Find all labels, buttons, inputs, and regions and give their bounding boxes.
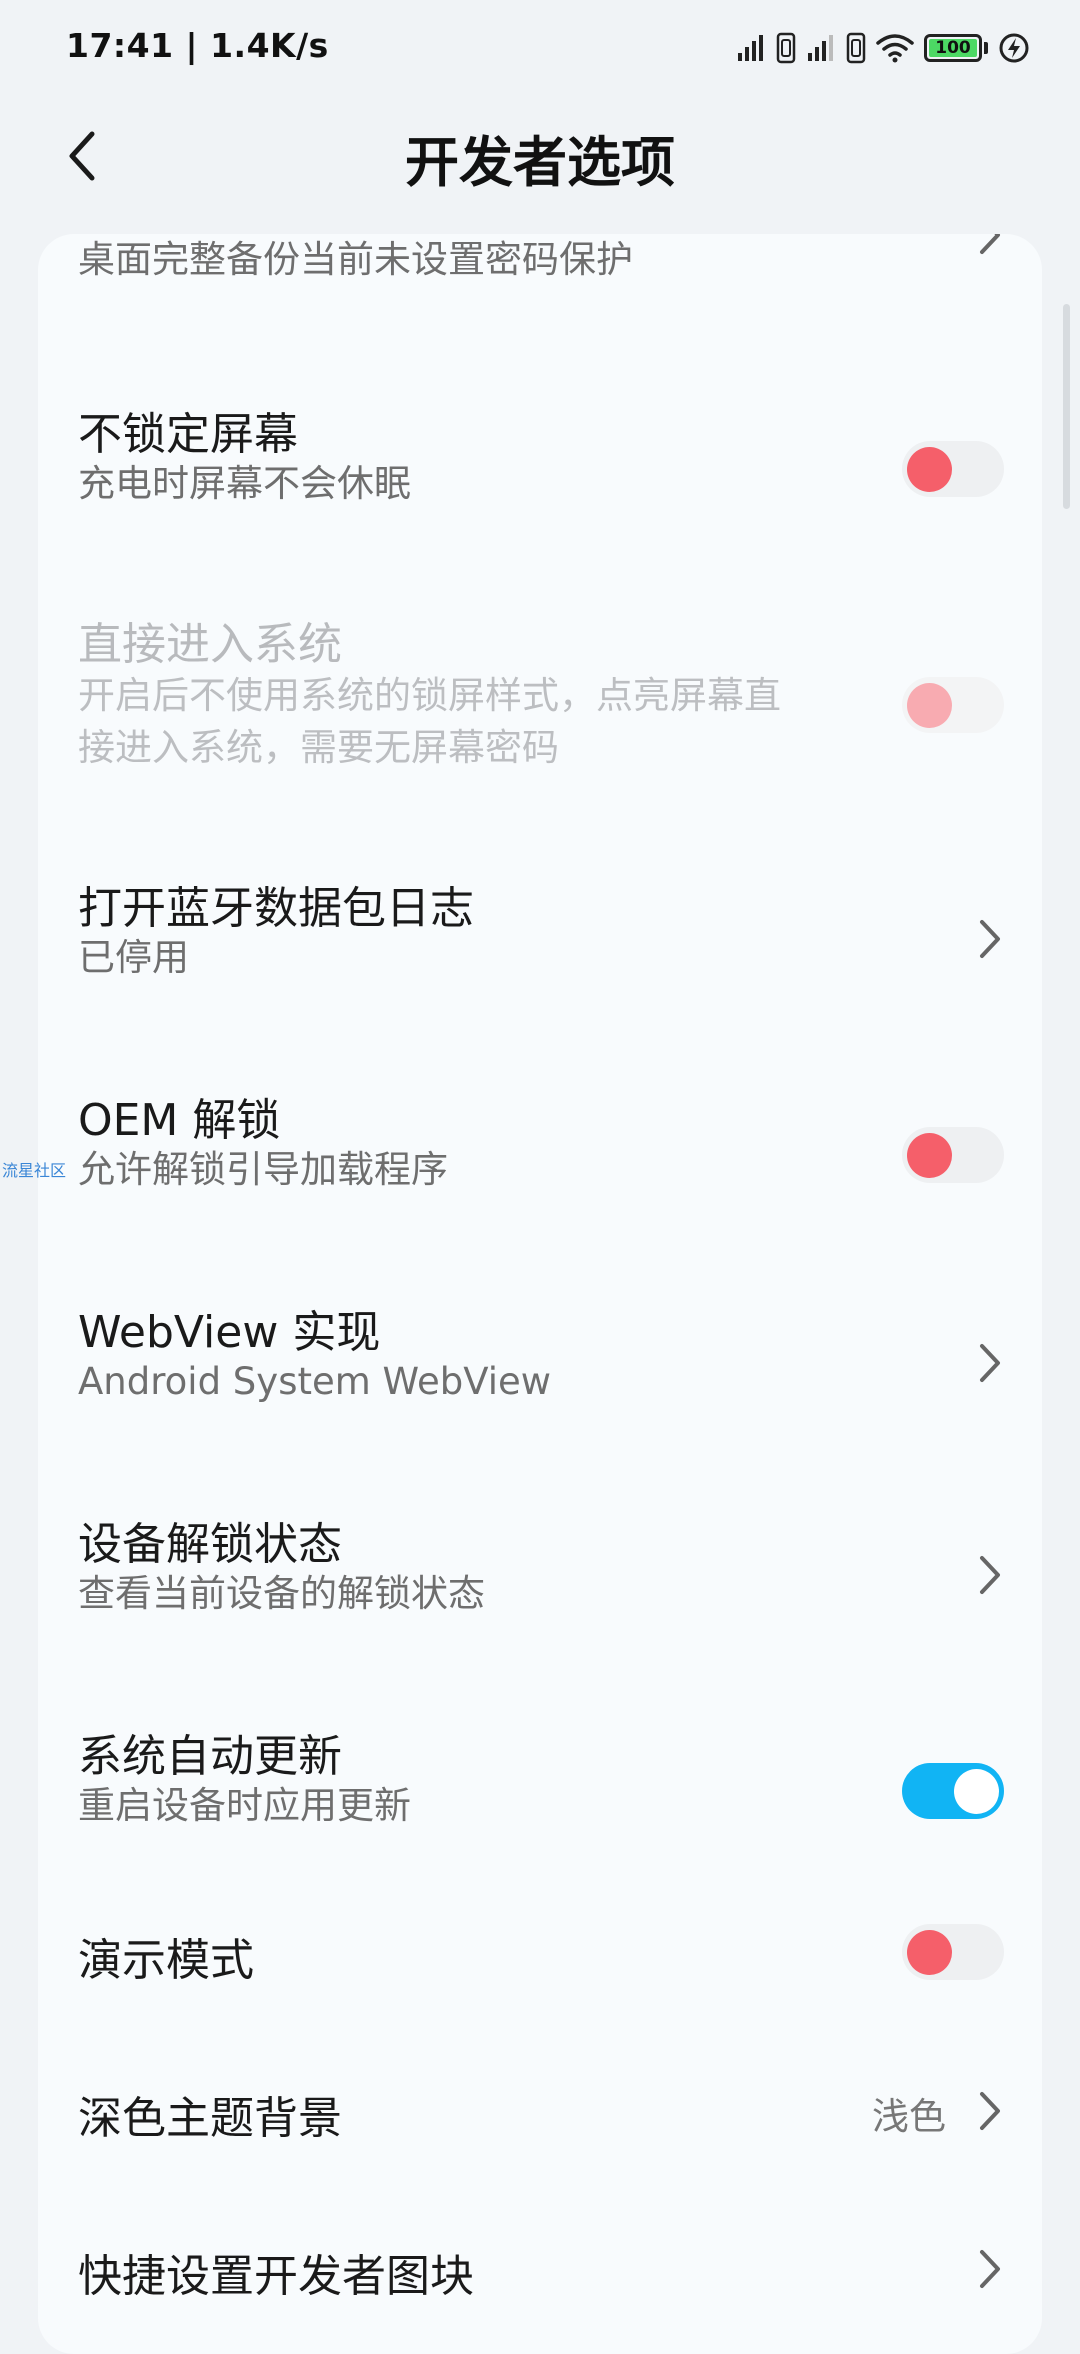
item-subtitle: 桌面完整备份当前未设置密码保护 bbox=[78, 238, 633, 281]
scrollbar[interactable] bbox=[1063, 304, 1070, 509]
item-title: 不锁定屏幕 bbox=[78, 409, 298, 460]
item-subtitle: 查看当前设备的解锁状态 bbox=[78, 1572, 485, 1615]
list-item-dark-theme[interactable]: 深色主题背景 浅色 bbox=[38, 2082, 1042, 2222]
charging-icon bbox=[999, 33, 1029, 63]
item-subtitle: 重启设备时应用更新 bbox=[78, 1784, 411, 1827]
item-subtitle: 充电时屏幕不会休眠 bbox=[78, 462, 411, 505]
item-title: 打开蓝牙数据包日志 bbox=[78, 883, 474, 934]
item-title: 设备解锁状态 bbox=[78, 1519, 342, 1570]
chevron-right-icon bbox=[980, 234, 1000, 254]
item-subtitle: Android System WebView bbox=[78, 1360, 552, 1403]
hd-icon bbox=[846, 32, 866, 64]
toggle-knob bbox=[907, 683, 952, 728]
list-item-webview[interactable]: WebView 实现 Android System WebView bbox=[38, 1272, 1042, 1472]
list-item-quick-settings-tiles[interactable]: 快捷设置开发者图块 bbox=[38, 2240, 1042, 2350]
list-item-unlock-status[interactable]: 设备解锁状态 查看当前设备的解锁状态 bbox=[38, 1484, 1042, 1684]
header: 开发者选项 bbox=[0, 96, 1080, 236]
chevron-right-icon bbox=[980, 1344, 1000, 1382]
status-bar: 17:41 | 1.4K/s 100 bbox=[0, 0, 1080, 96]
item-subtitle-line1: 开启后不使用系统的锁屏样式，点亮屏幕直 bbox=[78, 674, 781, 717]
list-item-auto-update[interactable]: 系统自动更新 重启设备时应用更新 bbox=[38, 1696, 1042, 1896]
toggle-knob bbox=[907, 1930, 952, 1975]
item-subtitle-line2: 接进入系统，需要无屏幕密码 bbox=[78, 726, 559, 769]
hd-icon bbox=[776, 32, 796, 64]
list-item-desktop-backup[interactable]: 桌面完整备份当前未设置密码保护 bbox=[38, 234, 1042, 314]
auto-update-toggle[interactable] bbox=[902, 1763, 1004, 1819]
battery-level: 100 bbox=[935, 37, 971, 58]
stay-awake-toggle[interactable] bbox=[902, 441, 1004, 497]
item-subtitle: 已停用 bbox=[78, 936, 189, 979]
status-icons: 100 bbox=[736, 28, 1030, 68]
battery-cap bbox=[984, 42, 988, 54]
chevron-right-icon bbox=[980, 1556, 1000, 1594]
list-item-bluetooth-hci-log[interactable]: 打开蓝牙数据包日志 已停用 bbox=[38, 848, 1042, 1048]
direct-enter-toggle[interactable] bbox=[902, 677, 1004, 733]
oem-unlock-toggle[interactable] bbox=[902, 1127, 1004, 1183]
list-item-oem-unlock[interactable]: OEM 解锁 允许解锁引导加载程序 bbox=[38, 1060, 1042, 1260]
signal-icon bbox=[738, 35, 763, 61]
item-title: 系统自动更新 bbox=[78, 1731, 342, 1782]
status-time-speed: 17:41 | 1.4K/s bbox=[66, 26, 329, 65]
demo-mode-toggle[interactable] bbox=[902, 1924, 1004, 1980]
page-title: 开发者选项 bbox=[405, 131, 675, 194]
chevron-right-icon bbox=[980, 2250, 1000, 2288]
battery-icon: 100 bbox=[924, 34, 982, 62]
item-title: WebView 实现 bbox=[78, 1307, 381, 1358]
watermark-text: 流星社区 bbox=[2, 1161, 67, 1180]
toggle-knob bbox=[907, 1133, 952, 1178]
toggle-knob bbox=[907, 447, 952, 492]
chevron-right-icon bbox=[980, 920, 1000, 958]
chevron-right-icon bbox=[980, 2092, 1000, 2130]
item-subtitle: 允许解锁引导加载程序 bbox=[78, 1148, 448, 1191]
dark-theme-value: 浅色 bbox=[872, 2095, 946, 2138]
list-item-stay-awake[interactable]: 不锁定屏幕 充电时屏幕不会休眠 bbox=[38, 374, 1042, 574]
item-title: 演示模式 bbox=[78, 1935, 254, 1986]
toggle-knob bbox=[954, 1769, 999, 1814]
item-title: 深色主题背景 bbox=[78, 2093, 342, 2144]
settings-card: 桌面完整备份当前未设置密码保护 不锁定屏幕 充电时屏幕不会休眠 直接进入系统 开… bbox=[38, 234, 1042, 2354]
item-title: 快捷设置开发者图块 bbox=[78, 2251, 474, 2302]
list-item-direct-enter[interactable]: 直接进入系统 开启后不使用系统的锁屏样式，点亮屏幕直 接进入系统，需要无屏幕密码 bbox=[38, 584, 1042, 814]
item-title: 直接进入系统 bbox=[78, 619, 342, 670]
wifi-icon bbox=[876, 34, 914, 63]
item-title: OEM 解锁 bbox=[78, 1095, 281, 1146]
signal-icon bbox=[808, 35, 833, 61]
list-item-demo-mode[interactable]: 演示模式 bbox=[38, 1924, 1042, 2064]
